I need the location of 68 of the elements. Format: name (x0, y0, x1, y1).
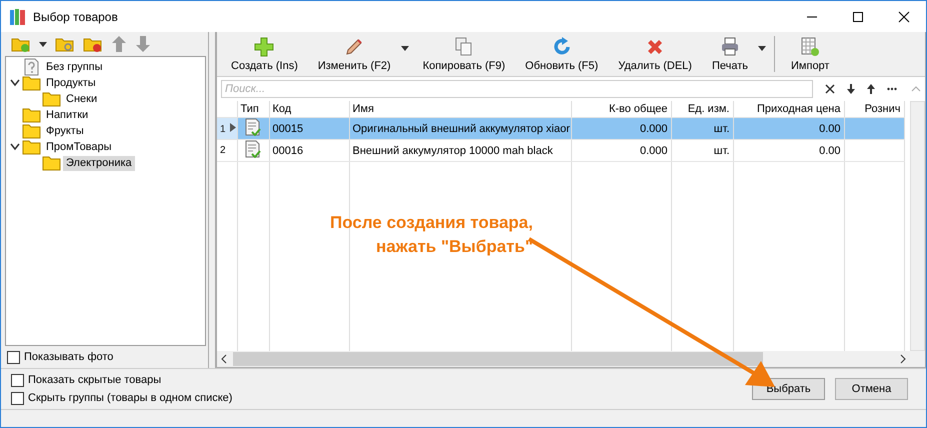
scroll-right-icon[interactable] (900, 354, 906, 364)
pencil-icon (344, 36, 364, 56)
search-field[interactable]: Поиск... (221, 80, 813, 98)
folder-icon (22, 106, 41, 124)
toolbar-button[interactable]: Обновить (F5) (519, 34, 604, 74)
table-cell: 0.000 (571, 140, 671, 162)
table-cell: 0.00 (733, 118, 844, 140)
tree-item[interactable]: Напитки (43, 108, 92, 122)
vertical-scrollbar[interactable] (910, 101, 925, 351)
table-cell: 0.000 (571, 118, 671, 140)
toolbar-button[interactable]: Удалить (DEL) (612, 34, 698, 74)
document-check-icon (245, 118, 261, 136)
up-arrow-icon[interactable] (867, 84, 875, 94)
tree-item[interactable]: Фрукты (43, 124, 87, 138)
checkbox-label: Скрыть группы (товары в одном списке) (28, 392, 232, 404)
toolbar-button[interactable]: Печать (706, 34, 754, 74)
checkbox[interactable] (11, 374, 24, 386)
folder-icon (22, 138, 41, 156)
folder-icon (22, 74, 41, 92)
plus-icon (254, 36, 274, 56)
maximize-icon[interactable] (852, 10, 864, 22)
more-icon[interactable] (887, 87, 897, 91)
toolbar-button[interactable]: Создать (Ins) (225, 34, 304, 74)
caret-icon[interactable] (400, 46, 409, 50)
printer-icon (720, 36, 740, 56)
row-pointer-icon (230, 122, 236, 132)
table-cell: 0.00 (733, 140, 844, 162)
window-title: Выбор товаров (33, 10, 118, 24)
tree-item[interactable]: Без группы (43, 60, 106, 74)
tree-item[interactable]: Продукты (43, 76, 99, 90)
table-cell: 00016 (269, 140, 349, 162)
document-check-icon (245, 140, 261, 158)
expand-chevron-icon[interactable] (10, 143, 20, 151)
toolbar-button[interactable]: Изменить (F2) (312, 34, 397, 74)
checkbox[interactable] (7, 350, 20, 364)
annotation-text: После создания товара, нажать "Выбрать" (329, 212, 533, 258)
checkbox-label: Показывать фото (24, 351, 114, 363)
scroll-left-icon[interactable] (221, 354, 227, 364)
tree-item[interactable]: Снеки (63, 92, 100, 106)
spreadsheet-add-icon (800, 36, 820, 56)
caret-icon[interactable] (758, 46, 766, 50)
table-cell: Внешний аккумулятор 10000 mah black (349, 140, 571, 162)
close-icon[interactable] (898, 10, 910, 22)
copy-document-icon (454, 36, 474, 56)
table-cell: шт. (671, 118, 733, 140)
folder-icon (42, 90, 61, 108)
tree-item[interactable]: Электроника (63, 156, 135, 170)
table-cell: Оригинальный внешний аккумулятор xiaor (349, 118, 571, 140)
expand-chevron-icon[interactable] (10, 79, 20, 87)
down-arrow-icon[interactable] (847, 84, 855, 94)
table-row[interactable]: 1 00015 Оригинальный внешний аккумулятор xiaor 0.000 шт. 0.00 (217, 118, 904, 140)
books-icon (9, 8, 27, 26)
checkbox-label: Показать скрытые товары (28, 374, 162, 386)
caret-icon[interactable] (39, 42, 47, 46)
row-number: 2 (217, 140, 237, 162)
tree-item[interactable]: ПромТовары (43, 140, 115, 154)
toolbar-button[interactable]: Копировать (F9) (416, 34, 512, 74)
row-number: 1 (217, 118, 237, 140)
folder-icon (42, 154, 61, 172)
refresh-icon (552, 36, 572, 56)
table-row[interactable]: 2 00016 Внешний аккумулятор 10000 mah black 0.000 шт. 0.00 (217, 140, 904, 162)
folder-icon (22, 122, 41, 140)
clear-icon[interactable] (825, 84, 835, 94)
table-cell: 00015 (269, 118, 349, 140)
checkbox[interactable] (11, 392, 24, 404)
table-cell: шт. (671, 140, 733, 162)
toolbar-button[interactable]: Импорт (785, 34, 836, 74)
cancel-button[interactable]: Отмена (835, 378, 908, 400)
